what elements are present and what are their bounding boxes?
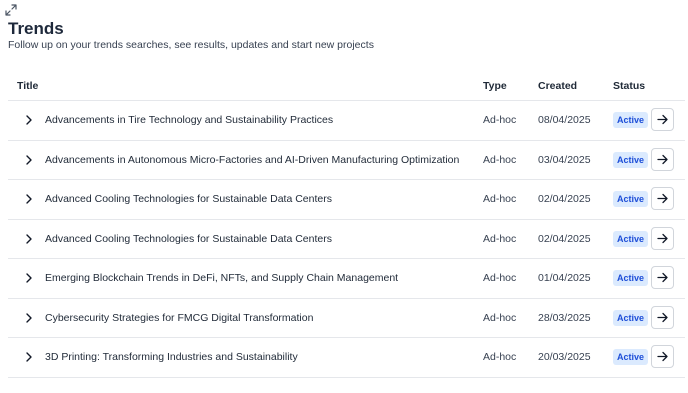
table-row[interactable]: Advancements in Autonomous Micro-Factori… [8,141,685,180]
table-row[interactable]: 3D Printing: Transforming Industries and… [8,338,685,378]
trend-created-date: 02/04/2025 [538,193,591,205]
page-subtitle: Follow up on your trends searches, see r… [8,39,374,51]
status-badge: Active [613,230,649,247]
status-badge: Active [613,309,649,326]
status-badge: Active [613,112,649,128]
trend-title[interactable]: Emerging Blockchain Trends in DeFi, NFTs… [45,272,398,284]
arrow-right-icon [657,351,668,362]
open-trend-button[interactable] [651,147,674,171]
arrow-right-icon [657,154,668,164]
column-header-created: Created [538,80,578,92]
open-trend-button[interactable] [651,226,674,250]
arrow-right-icon [657,272,668,283]
table-header: Title Type Created Status [8,72,685,101]
trend-type: Ad-hoc [483,311,517,324]
chevron-right-icon[interactable] [24,352,34,362]
status-badge: Active [613,270,649,286]
trend-created-date: 08/04/2025 [538,114,591,126]
trend-title[interactable]: Advanced Cooling Technologies for Sustai… [45,233,332,245]
trend-title[interactable]: 3D Printing: Transforming Industries and… [45,351,298,363]
trend-type: Ad-hoc [483,153,517,166]
trend-title[interactable]: Advancements in Autonomous Micro-Factori… [45,154,459,166]
table-row[interactable]: Advancements in Tire Technology and Sust… [8,101,685,141]
trend-title[interactable]: Advancements in Tire Technology and Sust… [45,114,333,126]
open-trend-button[interactable] [651,345,674,368]
status-badge: Active [613,191,649,207]
table-body: Advancements in Tire Technology and Sust… [8,101,685,378]
table-row[interactable]: Advanced Cooling Technologies for Sustai… [8,220,685,259]
open-trend-button[interactable] [651,266,674,289]
trend-created-date: 01/04/2025 [538,272,591,284]
trend-created-date: 28/03/2025 [538,311,591,324]
column-header-title: Title [17,80,39,92]
chevron-right-icon[interactable] [24,273,34,283]
table-row[interactable]: Cybersecurity Strategies for FMCG Digita… [8,299,685,338]
arrow-right-icon [657,233,668,243]
status-badge: Active [613,151,649,168]
column-header-type: Type [483,80,507,92]
column-header-status: Status [613,80,646,92]
chevron-right-icon[interactable] [24,115,34,125]
trend-type: Ad-hoc [483,272,517,284]
expand-icon[interactable] [5,4,17,16]
table-row[interactable]: Advanced Cooling Technologies for Sustai… [8,180,685,220]
table-row[interactable]: Emerging Blockchain Trends in DeFi, NFTs… [8,259,685,299]
trend-type: Ad-hoc [483,114,517,126]
arrow-right-icon [657,312,668,322]
chevron-right-icon[interactable] [24,233,34,244]
trend-type: Ad-hoc [483,351,517,363]
trend-title[interactable]: Cybersecurity Strategies for FMCG Digita… [45,312,313,324]
open-trend-button[interactable] [651,187,674,210]
open-trend-button[interactable] [651,305,674,329]
trends-table: Title Type Created Status Advancements i… [8,72,685,378]
trend-created-date: 20/03/2025 [538,351,591,363]
chevron-right-icon[interactable] [24,154,34,165]
status-badge: Active [613,349,649,365]
chevron-right-icon[interactable] [24,312,34,323]
trend-created-date: 02/04/2025 [538,232,591,245]
trend-type: Ad-hoc [483,193,517,205]
trend-title[interactable]: Advanced Cooling Technologies for Sustai… [45,193,332,205]
page-title: Trends [8,19,64,38]
trend-type: Ad-hoc [483,232,517,245]
trend-created-date: 03/04/2025 [538,153,591,166]
open-trend-button[interactable] [651,108,674,131]
arrow-right-icon [657,114,668,125]
chevron-right-icon[interactable] [24,194,34,204]
arrow-right-icon [657,193,668,204]
